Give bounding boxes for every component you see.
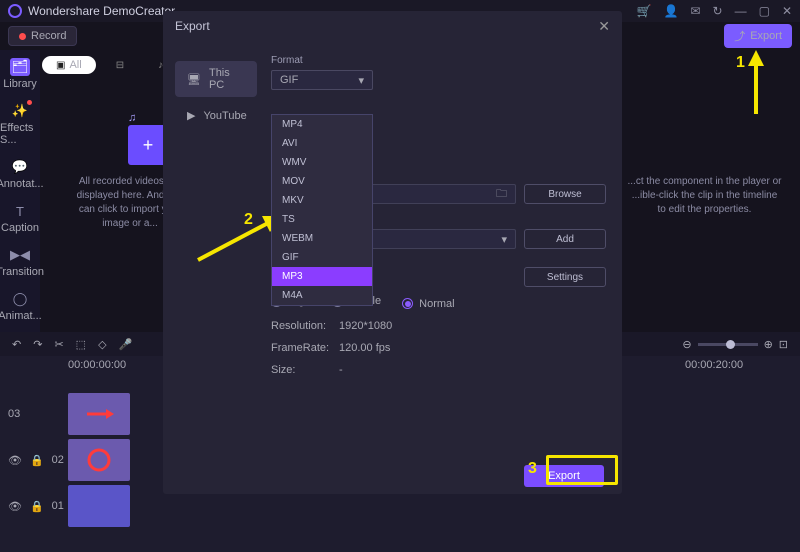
youtube-icon: ▶ (187, 109, 195, 122)
opt-m4a[interactable]: M4A (272, 286, 372, 305)
opt-ts[interactable]: TS (272, 210, 372, 229)
modal-title: Export (175, 19, 598, 33)
opt-webm[interactable]: WEBM (272, 229, 372, 248)
browse-button[interactable]: Browse (524, 184, 606, 204)
preset-normal[interactable]: Normal (402, 298, 454, 310)
opt-gif[interactable]: GIF (272, 248, 372, 267)
format-dropdown: MP4 AVI WMV MOV MKV TS WEBM GIF MP3 M4A (271, 114, 373, 306)
export-button[interactable]: Export (524, 465, 604, 487)
chevron-down-icon: ▾ (358, 74, 364, 87)
opt-mp4[interactable]: MP4 (272, 115, 372, 134)
folder-open-icon[interactable]: 🗀 (496, 185, 507, 204)
format-label: Format (271, 55, 606, 66)
opt-mov[interactable]: MOV (272, 172, 372, 191)
export-modal: Export ✕ 🖥 This PC ▶ YouTube Format GIF … (163, 11, 622, 494)
dest-youtube[interactable]: ▶ YouTube (175, 103, 257, 128)
opt-mkv[interactable]: MKV (272, 191, 372, 210)
opt-wmv[interactable]: WMV (272, 153, 372, 172)
opt-mp3[interactable]: MP3 (272, 267, 372, 286)
add-button[interactable]: Add (524, 229, 606, 249)
dest-this-pc[interactable]: 🖥 This PC (175, 61, 257, 97)
opt-avi[interactable]: AVI (272, 134, 372, 153)
settings-button[interactable]: Settings (524, 267, 606, 287)
pc-icon: 🖥 (187, 73, 201, 86)
chevron-down-icon: ▾ (501, 233, 507, 246)
modal-close-icon[interactable]: ✕ (598, 18, 610, 35)
format-select[interactable]: GIF ▾ (271, 70, 373, 90)
